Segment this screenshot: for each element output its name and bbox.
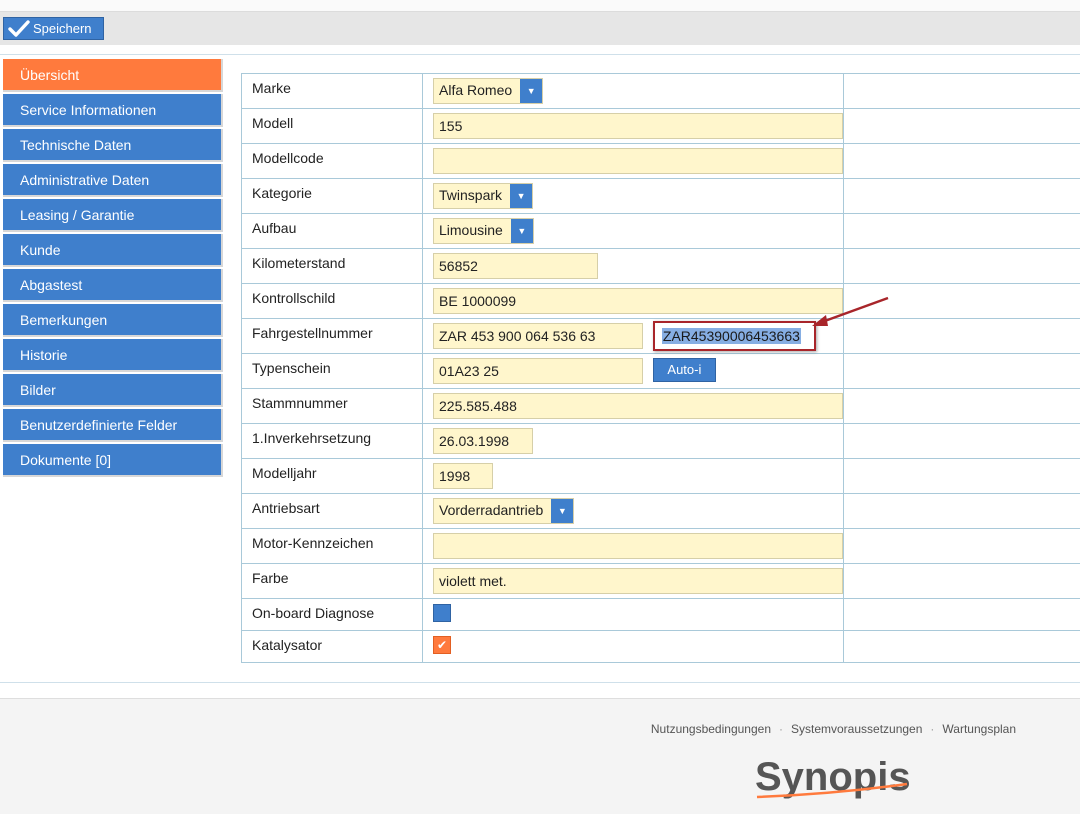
annotation-arrow-icon: [812, 296, 889, 326]
divider: [0, 54, 1080, 55]
chevron-down-icon: ▼: [510, 219, 533, 243]
nav-item-administrative-daten[interactable]: Administrative Daten: [3, 164, 223, 197]
marke-value: Alfa Romeo: [439, 82, 513, 98]
antriebsart-select[interactable]: Vorderradantrieb ▼: [433, 498, 575, 524]
fahrgestellnummer-compact: ZAR45390006453663: [661, 328, 801, 344]
vehicle-form: Marke Alfa Romeo ▼ Modell Modellcode Kat…: [241, 73, 1080, 663]
nav-item-historie[interactable]: Historie: [3, 339, 223, 372]
farbe-field[interactable]: [433, 568, 843, 594]
nav-item-service-informationen[interactable]: Service Informationen: [3, 94, 223, 127]
label-kilometerstand: Kilometerstand: [241, 248, 423, 284]
footer-link-systemvoraussetzungen[interactable]: Systemvoraussetzungen: [791, 722, 922, 736]
kategorie-select[interactable]: Twinspark ▼: [433, 183, 534, 209]
nav-item-technische-daten[interactable]: Technische Daten: [3, 129, 223, 162]
footer-divider: [0, 682, 1080, 683]
kontrollschild-field[interactable]: [433, 288, 843, 314]
check-icon: ✔: [436, 638, 448, 652]
top-strip: [0, 0, 1080, 12]
sidebar-nav: Übersicht Service Informationen Technisc…: [3, 59, 223, 479]
modellcode-field[interactable]: [433, 148, 843, 174]
modelljahr-field[interactable]: [433, 463, 493, 489]
marke-select[interactable]: Alfa Romeo ▼: [433, 78, 544, 104]
save-button[interactable]: Speichern: [3, 17, 104, 40]
typenschein-field[interactable]: [433, 358, 643, 384]
label-stammnummer: Stammnummer: [241, 388, 423, 424]
footer-links: Nutzungsbedingungen · Systemvoraussetzunge…: [650, 722, 1016, 736]
chevron-down-icon: ▼: [520, 79, 543, 103]
fahrgestellnummer-field[interactable]: [433, 323, 643, 349]
label-kontrollschild: Kontrollschild: [241, 283, 423, 319]
auto-i-button[interactable]: Auto-i: [652, 358, 716, 382]
fahrgestellnummer-compact-highlight[interactable]: ZAR45390006453663: [652, 321, 816, 351]
label-fahrgestellnummer: Fahrgestellnummer: [241, 318, 423, 354]
nav-item-leasing-garantie[interactable]: Leasing / Garantie: [3, 199, 223, 232]
motor-kennzeichen-field[interactable]: [433, 533, 843, 559]
nav-item-bemerkungen[interactable]: Bemerkungen: [3, 304, 223, 337]
label-typenschein: Typenschein: [241, 353, 423, 389]
chevron-down-icon: ▼: [510, 184, 533, 208]
label-modell: Modell: [241, 108, 423, 144]
label-katalysator: Katalysator: [241, 630, 423, 663]
kilometerstand-field[interactable]: [433, 253, 598, 279]
antriebsart-value: Vorderradantrieb: [439, 502, 544, 518]
nav-item-uebersicht[interactable]: Übersicht: [3, 59, 223, 92]
footer-link-nutzungsbedingungen[interactable]: Nutzungsbedingungen: [651, 722, 771, 736]
save-button-label: Speichern: [33, 21, 92, 36]
footer-link-wartungsplan[interactable]: Wartungsplan: [942, 722, 1016, 736]
aufbau-value: Limousine: [439, 222, 503, 238]
label-motor-kennzeichen: Motor-Kennzeichen: [241, 528, 423, 564]
label-aufbau: Aufbau: [241, 213, 423, 249]
nav-item-dokumente[interactable]: Dokumente [0]: [3, 444, 223, 477]
label-modelljahr: Modelljahr: [241, 458, 423, 494]
nav-item-kunde[interactable]: Kunde: [3, 234, 223, 267]
chevron-down-icon: ▼: [551, 499, 574, 523]
nav-item-abgastest[interactable]: Abgastest: [3, 269, 223, 302]
onboard-diagnose-checkbox[interactable]: [433, 604, 451, 622]
nav-item-benutzerdefinierte-felder[interactable]: Benutzerdefinierte Felder: [3, 409, 223, 442]
modell-field[interactable]: [433, 113, 843, 139]
aufbau-select[interactable]: Limousine ▼: [433, 218, 534, 244]
label-modellcode: Modellcode: [241, 143, 423, 179]
label-antriebsart: Antriebsart: [241, 493, 423, 529]
nav-item-bilder[interactable]: Bilder: [3, 374, 223, 407]
inverkehrsetzung-field[interactable]: [433, 428, 533, 454]
katalysator-checkbox[interactable]: ✔: [433, 636, 451, 654]
label-marke: Marke: [241, 73, 423, 109]
checkmark-icon: [8, 19, 30, 37]
label-inverkehrsetzung: 1.Inverkehrsetzung: [241, 423, 423, 459]
synopis-logo: Synopis: [755, 755, 911, 799]
toolbar: Speichern: [0, 12, 1080, 45]
label-onboard-diagnose: On-board Diagnose: [241, 598, 423, 631]
label-farbe: Farbe: [241, 563, 423, 599]
footer: Nutzungsbedingungen · Systemvoraussetzunge…: [0, 698, 1080, 814]
stammnummer-field[interactable]: [433, 393, 843, 419]
kategorie-value: Twinspark: [439, 187, 503, 203]
label-kategorie: Kategorie: [241, 178, 423, 214]
